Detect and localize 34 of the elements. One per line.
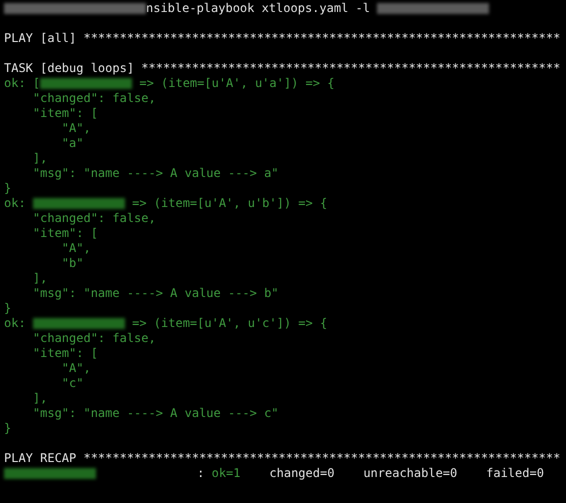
terminal-text: } (4, 181, 12, 196)
terminal-text: ok: (4, 316, 27, 331)
terminal-text: "A", (60, 361, 91, 376)
terminal-text: "item": [ (32, 346, 98, 361)
terminal-text: ok: (4, 196, 27, 211)
terminal-text: TASK [debug loops] ********************************************************** (4, 61, 560, 76)
terminal-text: PLAY RECAP ****************************************************************** (4, 451, 560, 466)
terminal-text: changed=0 unreachable=0 failed=0 (268, 466, 544, 481)
terminal-text: "changed": false, (32, 91, 156, 106)
terminal-text: "a" (60, 136, 84, 151)
terminal-text: "A", (60, 121, 91, 136)
terminal-text: "changed": false, (32, 211, 156, 226)
terminal-text: ], (32, 151, 48, 166)
terminal-text: } (4, 301, 12, 316)
terminal-text: "item": [ (32, 106, 98, 121)
terminal-text: => (item=[u'A', u'c']) => { (131, 316, 328, 331)
terminal-text: "msg": "name ----> A value ---> a" (32, 166, 279, 181)
terminal-text: => (item=[u'A', u'b']) => { (131, 196, 328, 211)
terminal-text: "item": [ (32, 226, 98, 241)
terminal-text: } (4, 421, 12, 436)
terminal-text: "A", (60, 241, 91, 256)
terminal-text: : (196, 466, 206, 481)
terminal-text: "b" (60, 256, 84, 271)
terminal-text: nsible-playbook xtloops.yaml -l (146, 1, 371, 16)
terminal-text: ok: [ (4, 76, 40, 91)
terminal-text: ok=1 (212, 466, 240, 481)
terminal-text: "c" (60, 376, 84, 391)
terminal-text: "msg": "name ----> A value ---> b" (32, 286, 279, 301)
terminal-text: "msg": "name ----> A value ---> c" (32, 406, 279, 421)
terminal-text: ], (32, 391, 48, 406)
terminal-text: "changed": false, (32, 331, 156, 346)
terminal-text: ], (32, 271, 48, 286)
terminal-text: => (item=[u'A', u'a']) => { (138, 76, 334, 91)
terminal-text: PLAY [all] ****************************************************************** (4, 31, 560, 46)
